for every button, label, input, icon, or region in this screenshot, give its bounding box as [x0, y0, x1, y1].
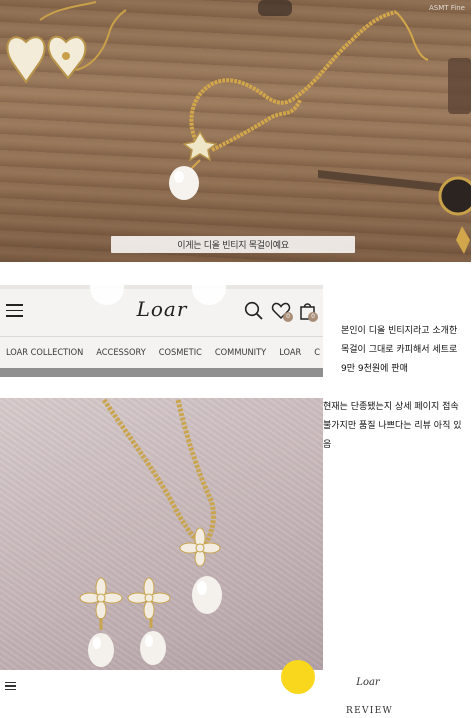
jewelry-scene	[6, 0, 471, 254]
shop-header-screenshot: Loar 0 0 LOAR COLLECTION ACCESSORY COSME…	[0, 285, 323, 377]
floating-chat-button[interactable]	[281, 660, 315, 694]
heart-icon[interactable]: 0	[271, 301, 293, 322]
status-strip	[0, 285, 323, 289]
caption-line: 본인이 디올 빈티지라고 소개한	[341, 326, 458, 336]
decorative-circle	[192, 285, 226, 305]
video-watermark: ASMT Fine	[429, 4, 465, 12]
caption-line: 9만 9천원에 판매	[341, 364, 408, 374]
wishlist-count-badge: 0	[283, 312, 293, 322]
video-subtitle-text: 이게는 디올 빈티지 목걸이예요	[177, 241, 289, 251]
product-photo	[0, 398, 323, 670]
shopping-bag-icon[interactable]: 0	[298, 301, 318, 322]
caption-block-1: 본인이 디올 빈티지라고 소개한 목걸이 그대로 카피해서 세트로 9만 9천원…	[341, 322, 473, 379]
cart-count-badge: 0	[308, 312, 318, 322]
nav-item-community[interactable]: COMMUNITY	[215, 347, 266, 358]
video-subtitle: 이게는 디올 빈티지 목걸이예요	[111, 236, 355, 253]
footer-menu-icon[interactable]	[5, 682, 16, 690]
review-link[interactable]: REVIEW	[346, 706, 392, 716]
caption-line: 목걸이 그대로 카피해서 세트로	[341, 345, 458, 355]
caption-line: 불가지만 품질 나쁘다는 리뷰 아직 있	[323, 421, 462, 431]
scroll-indicator-bar	[0, 368, 323, 377]
caption-line: 현재는 단종됐는지 상세 페이지 접속	[323, 402, 459, 412]
decorative-circle	[90, 285, 124, 305]
caption-line: 음	[323, 440, 332, 450]
shop-logo[interactable]: Loar	[134, 297, 190, 321]
nav-item-cosmetic[interactable]: COSMETIC	[159, 347, 202, 358]
search-icon[interactable]	[244, 301, 264, 321]
nav-item-loar-collection[interactable]: LOAR COLLECTION	[6, 347, 83, 358]
nav-item-accessory[interactable]: ACCESSORY	[96, 347, 145, 358]
nav-item-truncated[interactable]: C	[314, 347, 320, 358]
video-frame: ASMT Fine 이게는 디올 빈티지 목걸이예요	[0, 0, 471, 262]
footer-logo[interactable]: Loar	[352, 677, 384, 688]
shop-category-nav: LOAR COLLECTION ACCESSORY COSMETIC COMMU…	[0, 336, 323, 368]
necklace-earring-set	[79, 398, 222, 667]
hamburger-icon[interactable]	[6, 304, 23, 317]
caption-block-2: 현재는 단종됐는지 상세 페이지 접속 불가지만 품질 나쁘다는 리뷰 아직 있…	[323, 398, 473, 455]
nav-item-loar[interactable]: LOAR	[279, 347, 301, 358]
